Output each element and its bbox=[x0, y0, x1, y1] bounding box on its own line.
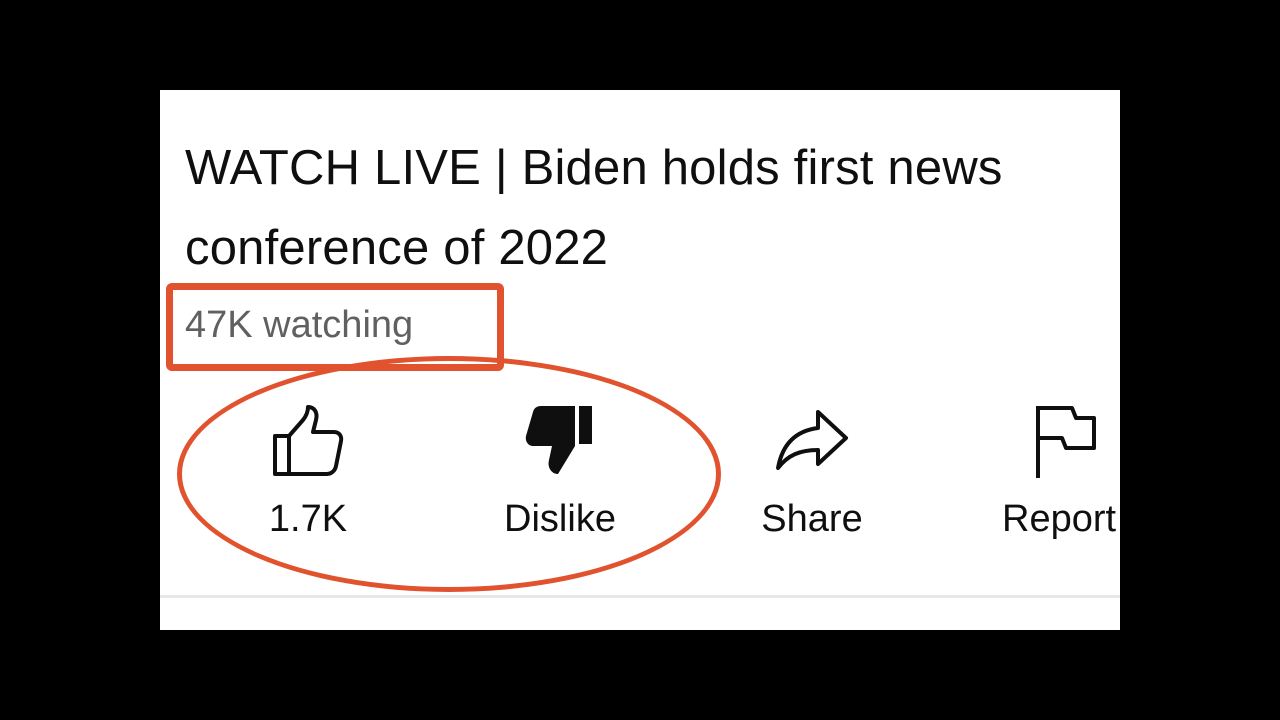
black-letterbox-frame: WATCH LIVE | Biden holds first news conf… bbox=[0, 0, 1280, 720]
flag-icon bbox=[1036, 406, 1096, 478]
report-button[interactable]: Report bbox=[964, 402, 1120, 552]
report-label: Report bbox=[1002, 498, 1117, 540]
video-info-panel: WATCH LIVE | Biden holds first news conf… bbox=[160, 90, 1120, 630]
share-arrow-icon bbox=[776, 410, 848, 470]
share-button[interactable]: Share bbox=[712, 402, 912, 552]
share-label: Share bbox=[761, 498, 863, 540]
like-dislike-highlight-ellipse bbox=[177, 356, 721, 592]
section-divider bbox=[160, 595, 1120, 598]
video-title[interactable]: WATCH LIVE | Biden holds first news conf… bbox=[185, 128, 1115, 288]
